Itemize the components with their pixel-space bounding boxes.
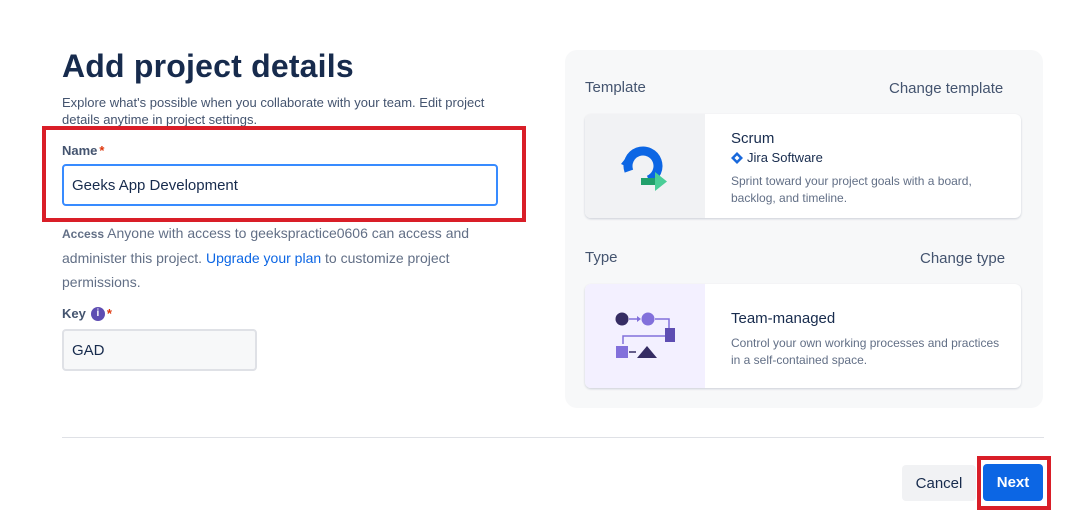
scrum-art <box>585 114 705 218</box>
template-card-description: Sprint toward your project goals with a … <box>731 174 972 205</box>
create-project-page: Add project details Explore what's possi… <box>0 0 1090 524</box>
required-mark: * <box>106 306 112 321</box>
change-template-button[interactable]: Change template <box>889 80 1003 97</box>
upgrade-plan-link[interactable]: Upgrade your plan <box>206 250 321 266</box>
template-card-title: Scrum <box>731 130 775 147</box>
key-label: Key i * <box>62 306 112 321</box>
next-button-highlight <box>977 456 1051 510</box>
type-section-label: Type <box>585 249 618 266</box>
jira-diamond-icon <box>731 151 743 164</box>
page-title: Add project details <box>62 48 354 84</box>
scrum-cycle-icon <box>621 146 667 191</box>
access-description: Access Anyone with access to geekspracti… <box>62 221 482 294</box>
access-label: Access <box>62 227 105 241</box>
template-section-label: Template <box>585 79 646 96</box>
type-card-body: Team-managed Control your own working pr… <box>731 310 1001 369</box>
key-label-text: Key <box>62 306 86 321</box>
template-card-body: Scrum Jira Software Sprint toward your p… <box>731 130 1001 207</box>
info-icon[interactable]: i <box>90 306 105 321</box>
page-subtitle: Explore what's possible when you collabo… <box>62 95 485 127</box>
footer-divider <box>62 437 1044 438</box>
workflow-diagram-icon <box>615 312 675 358</box>
type-card-description: Control your own working processes and p… <box>731 336 1000 367</box>
product-name: Jira Software <box>747 150 823 165</box>
cancel-button[interactable]: Cancel <box>902 465 976 501</box>
team-managed-art <box>585 284 705 388</box>
change-type-button[interactable]: Change type <box>920 250 1005 267</box>
template-card-scrum[interactable]: Scrum Jira Software Sprint toward your p… <box>585 114 1021 218</box>
project-key-input[interactable] <box>62 329 257 371</box>
type-card-title: Team-managed <box>731 310 836 327</box>
name-field-highlight <box>42 126 526 222</box>
type-card-team-managed[interactable]: Team-managed Control your own working pr… <box>585 284 1021 388</box>
product-row: Jira Software <box>731 150 1001 165</box>
